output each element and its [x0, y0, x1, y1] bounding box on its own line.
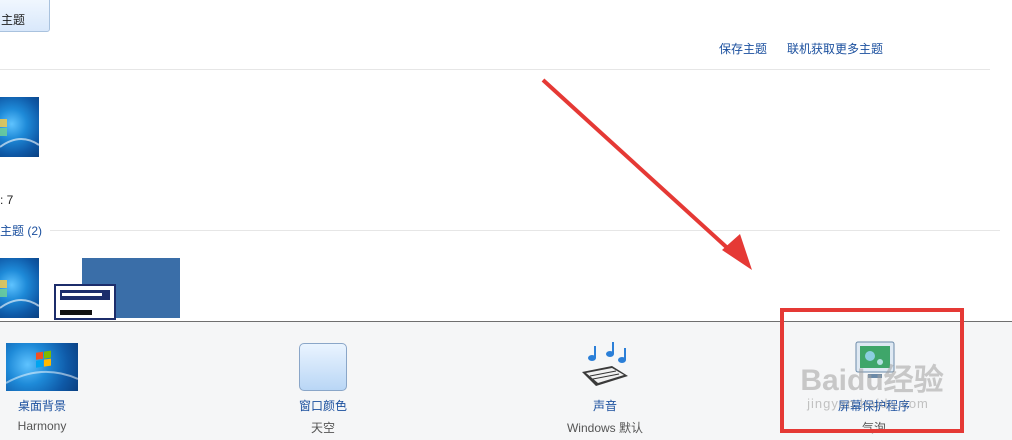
annotation-arrow — [541, 78, 752, 270]
